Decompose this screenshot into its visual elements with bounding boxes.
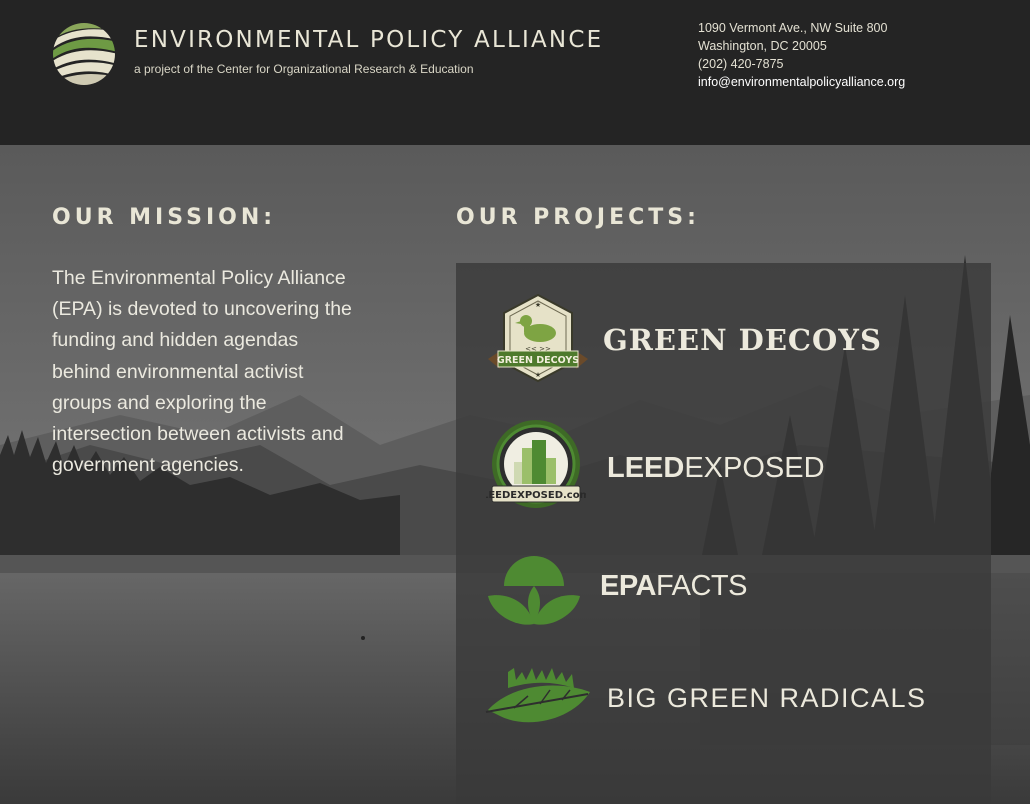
svg-text:★: ★ [535, 301, 541, 309]
leed-exposed-title: LEEDEXPOSED [607, 452, 825, 484]
phone-number: (202) 420-7875 [698, 57, 784, 71]
project-leed-exposed[interactable]: LEEDEXPOSED.com LEEDEXPOSED [456, 418, 991, 518]
duck-decoy-icon: ★ ★ << >> GREEN DECOYS [488, 293, 588, 383]
org-name[interactable]: ENVIRONMENTAL POLICY ALLIANCE [134, 27, 603, 53]
big-green-radicals-title: BIG GREEN RADICALS [607, 683, 927, 713]
address-line-2: Washington, DC 20005 [698, 39, 827, 53]
green-decoys-badge-text: GREEN DECOYS [497, 355, 579, 366]
address-line-1: 1090 Vermont Ave., NW Suite 800 [698, 21, 888, 35]
mission-heading: OUR MISSION: [52, 205, 277, 230]
buildings-seal-icon: LEEDEXPOSED.com [486, 420, 586, 508]
green-decoys-title: GREEN DECOYS [603, 323, 882, 357]
mission-text: The Environmental Policy Alliance (EPA) … [52, 267, 352, 477]
projects-panel: ★ ★ << >> GREEN DECOYS GREEN DECOYS LEED… [456, 263, 991, 804]
contact-block: 1090 Vermont Ave., NW Suite 800 Washingt… [698, 19, 905, 91]
org-subtitle: a project of the Center for Organization… [134, 62, 474, 76]
project-green-decoys[interactable]: ★ ★ << >> GREEN DECOYS GREEN DECOYS [456, 291, 991, 391]
leed-badge-text: LEEDEXPOSED.com [486, 490, 586, 501]
email-link[interactable]: info@environmentalpolicyalliance.org [698, 75, 905, 89]
protest-leaf-icon [485, 668, 590, 723]
project-big-green-radicals[interactable]: BIG GREEN RADICALS [456, 666, 991, 746]
project-epa-facts[interactable]: EPAFACTS [456, 546, 991, 631]
projects-heading: OUR PROJECTS: [456, 205, 700, 230]
site-header: ENVIRONMENTAL POLICY ALLIANCE a project … [0, 0, 1030, 145]
svg-text:★: ★ [535, 371, 541, 379]
epa-facts-title: EPAFACTS [600, 570, 747, 602]
leaf-sprout-icon [488, 556, 580, 625]
swirl-globe-icon[interactable] [52, 22, 116, 86]
